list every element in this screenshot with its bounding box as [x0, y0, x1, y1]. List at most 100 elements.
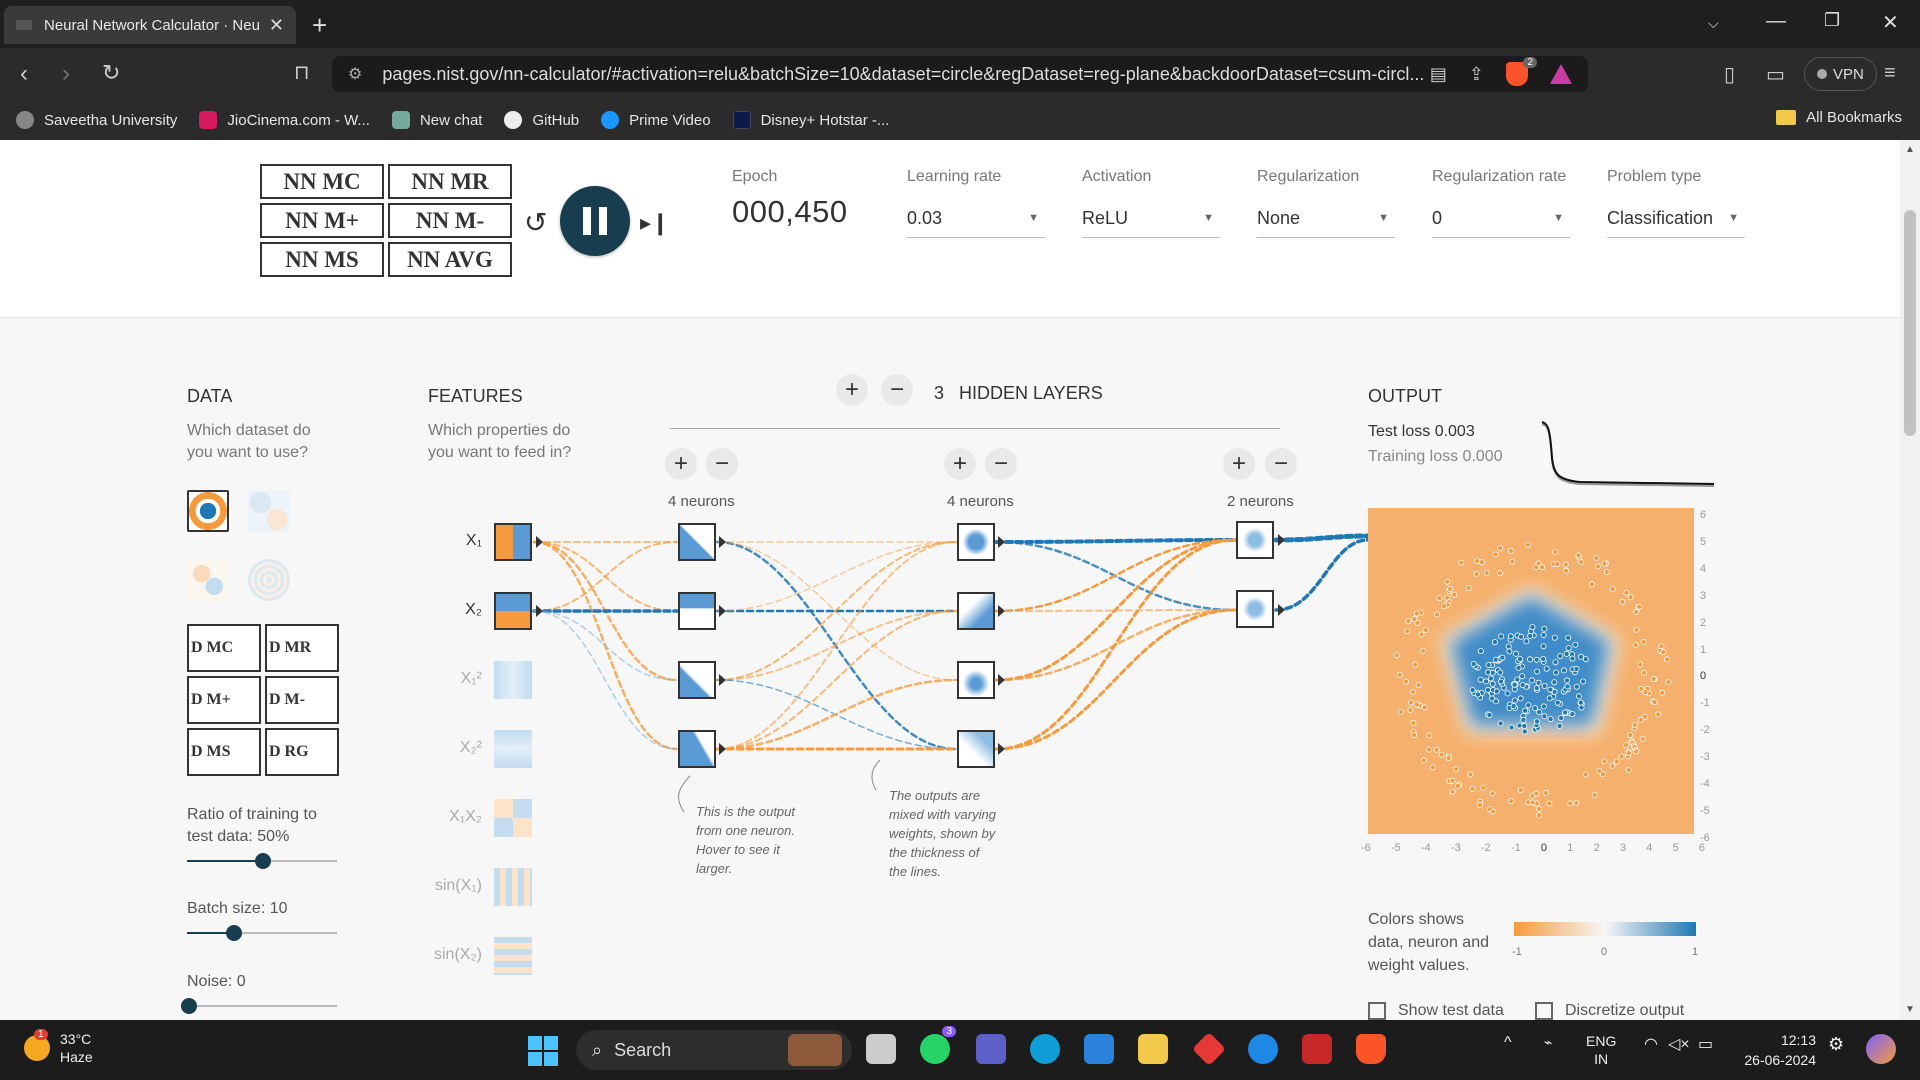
- vpn-button[interactable]: VPN: [1804, 57, 1877, 91]
- data-point: [1572, 641, 1579, 648]
- taskbar-search[interactable]: ⌕ Search: [576, 1030, 852, 1070]
- data-point: [1508, 798, 1515, 805]
- bookmark-icon[interactable]: ⊓: [294, 60, 310, 85]
- bookmark-item[interactable]: Saveetha University: [16, 111, 177, 129]
- neuron-l1-1[interactable]: [678, 523, 716, 561]
- tab-list-chevron-icon[interactable]: ⌵: [1708, 15, 1719, 32]
- data-point: [1469, 687, 1476, 694]
- system-clock[interactable]: 12:13 26-06-2024: [1736, 1030, 1816, 1070]
- scroll-up-icon[interactable]: ▲: [1905, 144, 1915, 155]
- anydesk-icon[interactable]: [1192, 1032, 1226, 1066]
- data-point: [1639, 735, 1646, 742]
- reader-mode-icon[interactable]: ▤: [1430, 64, 1447, 85]
- share-icon[interactable]: ⇪: [1469, 64, 1484, 85]
- close-tab-icon[interactable]: ✕: [269, 15, 284, 36]
- data-point: [1415, 682, 1422, 689]
- network-off-icon[interactable]: ⌁: [1544, 1034, 1552, 1051]
- data-point: [1637, 716, 1644, 723]
- data-point: [1562, 709, 1569, 716]
- browser-tab-active[interactable]: Neural Network Calculator · Neu ✕: [4, 6, 296, 44]
- menu-icon[interactable]: ≡: [1884, 62, 1896, 85]
- neuron-l3-1[interactable]: [1236, 521, 1274, 559]
- scrollbar-thumb[interactable]: [1904, 210, 1916, 436]
- file-explorer-icon[interactable]: [1138, 1034, 1168, 1064]
- address-toolbar: ‹ › ↻ ⊓ ⚙ pages.nist.gov/nn-calculator/#…: [0, 48, 1920, 100]
- data-point: [1517, 695, 1524, 702]
- language-indicator[interactable]: ENG IN: [1586, 1032, 1616, 1068]
- url-bar[interactable]: ⚙ pages.nist.gov/nn-calculator/#activati…: [332, 56, 1588, 92]
- brave-taskbar-icon[interactable]: [1356, 1034, 1386, 1064]
- site-info-icon[interactable]: ⚙: [348, 64, 362, 84]
- page-scrollbar[interactable]: ▲ ▼: [1900, 140, 1920, 1020]
- data-point: [1640, 669, 1647, 676]
- sidebar-toggle-icon[interactable]: ▯: [1724, 62, 1735, 87]
- data-point: [1633, 626, 1640, 633]
- mcafee-icon[interactable]: [1302, 1034, 1332, 1064]
- neuron-l1-2[interactable]: [678, 592, 716, 630]
- weather-widget[interactable]: 1 33°C Haze: [24, 1029, 93, 1066]
- close-window-button[interactable]: ✕: [1882, 10, 1899, 35]
- data-point: [1426, 732, 1433, 739]
- legend-min: -1: [1512, 946, 1522, 958]
- data-point: [1536, 709, 1543, 716]
- back-button[interactable]: ‹: [20, 60, 28, 88]
- neuron-l1-3[interactable]: [678, 661, 716, 699]
- help-icon[interactable]: [1248, 1034, 1278, 1064]
- tray-chevron-icon[interactable]: ^: [1504, 1034, 1512, 1052]
- data-point: [1475, 691, 1482, 698]
- wifi-icon[interactable]: ◠: [1644, 1034, 1658, 1054]
- whatsapp-icon[interactable]: 3: [920, 1026, 956, 1064]
- data-point: [1411, 616, 1418, 623]
- data-point: [1517, 656, 1524, 663]
- notification-settings-icon[interactable]: ⚙: [1828, 1034, 1844, 1055]
- data-point: [1631, 721, 1638, 728]
- data-point: [1540, 703, 1547, 710]
- restore-button[interactable]: ❐: [1824, 10, 1840, 31]
- bookmark-item[interactable]: Disney+ Hotstar -...: [732, 111, 889, 129]
- test-loss: Test loss 0.003: [1368, 423, 1475, 440]
- data-point: [1515, 664, 1522, 671]
- bookmark-item[interactable]: GitHub: [504, 111, 579, 129]
- scroll-down-icon[interactable]: ▼: [1905, 1004, 1915, 1015]
- data-point: [1444, 578, 1451, 585]
- show-test-data-checkbox[interactable]: Show test data: [1368, 1002, 1504, 1020]
- neuron-l1-4[interactable]: [678, 730, 716, 768]
- brave-shields-icon[interactable]: 2: [1506, 57, 1537, 86]
- data-point: [1422, 627, 1429, 634]
- neuron-l3-2[interactable]: [1236, 590, 1274, 628]
- bookmark-item[interactable]: JioCinema.com - W...: [199, 111, 370, 129]
- brave-rewards-icon[interactable]: [1550, 64, 1572, 84]
- battery-icon[interactable]: ▭: [1698, 1034, 1713, 1054]
- data-point: [1496, 570, 1503, 577]
- data-point: [1517, 787, 1524, 794]
- all-bookmarks-button[interactable]: All Bookmarks: [1776, 109, 1902, 126]
- minimize-button[interactable]: —: [1766, 10, 1786, 33]
- data-point: [1546, 695, 1553, 702]
- neuron-l2-4[interactable]: [957, 730, 995, 768]
- neuron-l2-3[interactable]: [957, 661, 995, 699]
- data-point: [1519, 673, 1526, 680]
- forward-button[interactable]: ›: [62, 60, 70, 88]
- bookmark-item[interactable]: Prime Video: [601, 111, 711, 129]
- url-text[interactable]: pages.nist.gov/nn-calculator/#activation…: [382, 64, 1430, 85]
- jiocinema-icon: [199, 111, 218, 129]
- teams-icon[interactable]: [976, 1034, 1006, 1064]
- discretize-output-checkbox[interactable]: Discretize output: [1535, 1002, 1684, 1020]
- store-icon[interactable]: [1084, 1034, 1114, 1064]
- data-point: [1618, 753, 1625, 760]
- bookmark-item[interactable]: New chat: [391, 111, 482, 129]
- copilot-icon[interactable]: [1866, 1034, 1896, 1064]
- windows-start-icon[interactable]: [528, 1036, 558, 1066]
- data-point: [1488, 675, 1495, 682]
- edge-icon[interactable]: [1030, 1034, 1060, 1064]
- task-view-icon[interactable]: [866, 1034, 896, 1064]
- data-point: [1469, 785, 1476, 792]
- new-tab-button[interactable]: +: [312, 10, 327, 41]
- volume-muted-icon[interactable]: ◁×: [1668, 1034, 1690, 1054]
- neuron-l2-2[interactable]: [957, 592, 995, 630]
- wallet-icon[interactable]: ▭: [1766, 62, 1785, 87]
- data-point: [1529, 624, 1536, 631]
- reload-button[interactable]: ↻: [102, 60, 120, 86]
- data-point: [1507, 633, 1514, 640]
- neuron-l2-1[interactable]: [957, 523, 995, 561]
